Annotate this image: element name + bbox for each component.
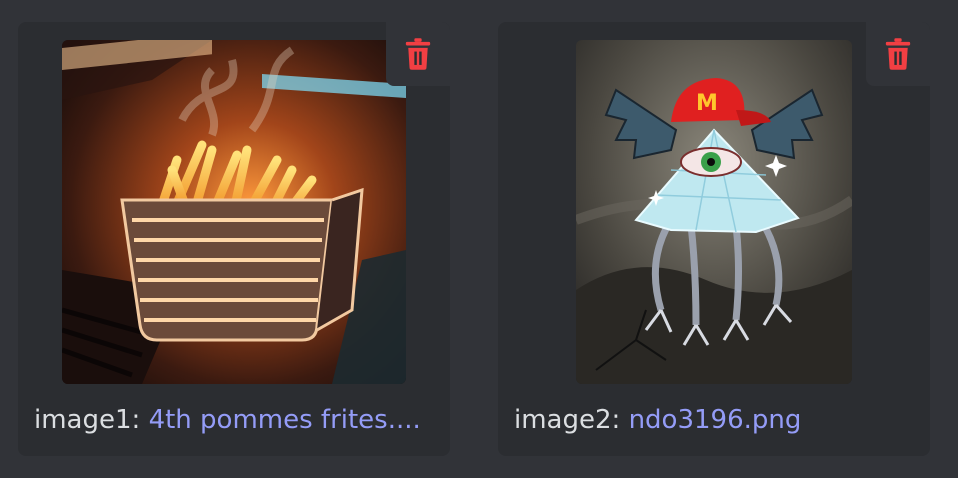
attachment-label-1: image1: [34, 405, 141, 435]
attachment-image-2[interactable]: M [576, 40, 852, 384]
attachment-card-1: image1: 4th pommes frites.... [18, 22, 450, 456]
fries-image [62, 40, 406, 384]
attachment-filename-1[interactable]: 4th pommes frites.... [149, 405, 421, 435]
trash-icon [885, 38, 911, 70]
attachment-caption-1: image1: 4th pommes frites.... [34, 400, 436, 440]
attachment-label-2: image2: [514, 405, 621, 435]
trash-icon [405, 38, 431, 70]
delete-attachment-button-2[interactable] [866, 22, 930, 86]
attachment-caption-2: image2: ndo3196.png [514, 400, 916, 440]
attachment-filename-2[interactable]: ndo3196.png [629, 405, 802, 435]
attachment-image-1[interactable] [62, 40, 406, 384]
attachment-card-2: M image2: ndo3196.png [498, 22, 930, 456]
svg-text:M: M [696, 91, 718, 116]
delete-attachment-button-1[interactable] [386, 22, 450, 86]
creature-image: M [576, 40, 852, 384]
